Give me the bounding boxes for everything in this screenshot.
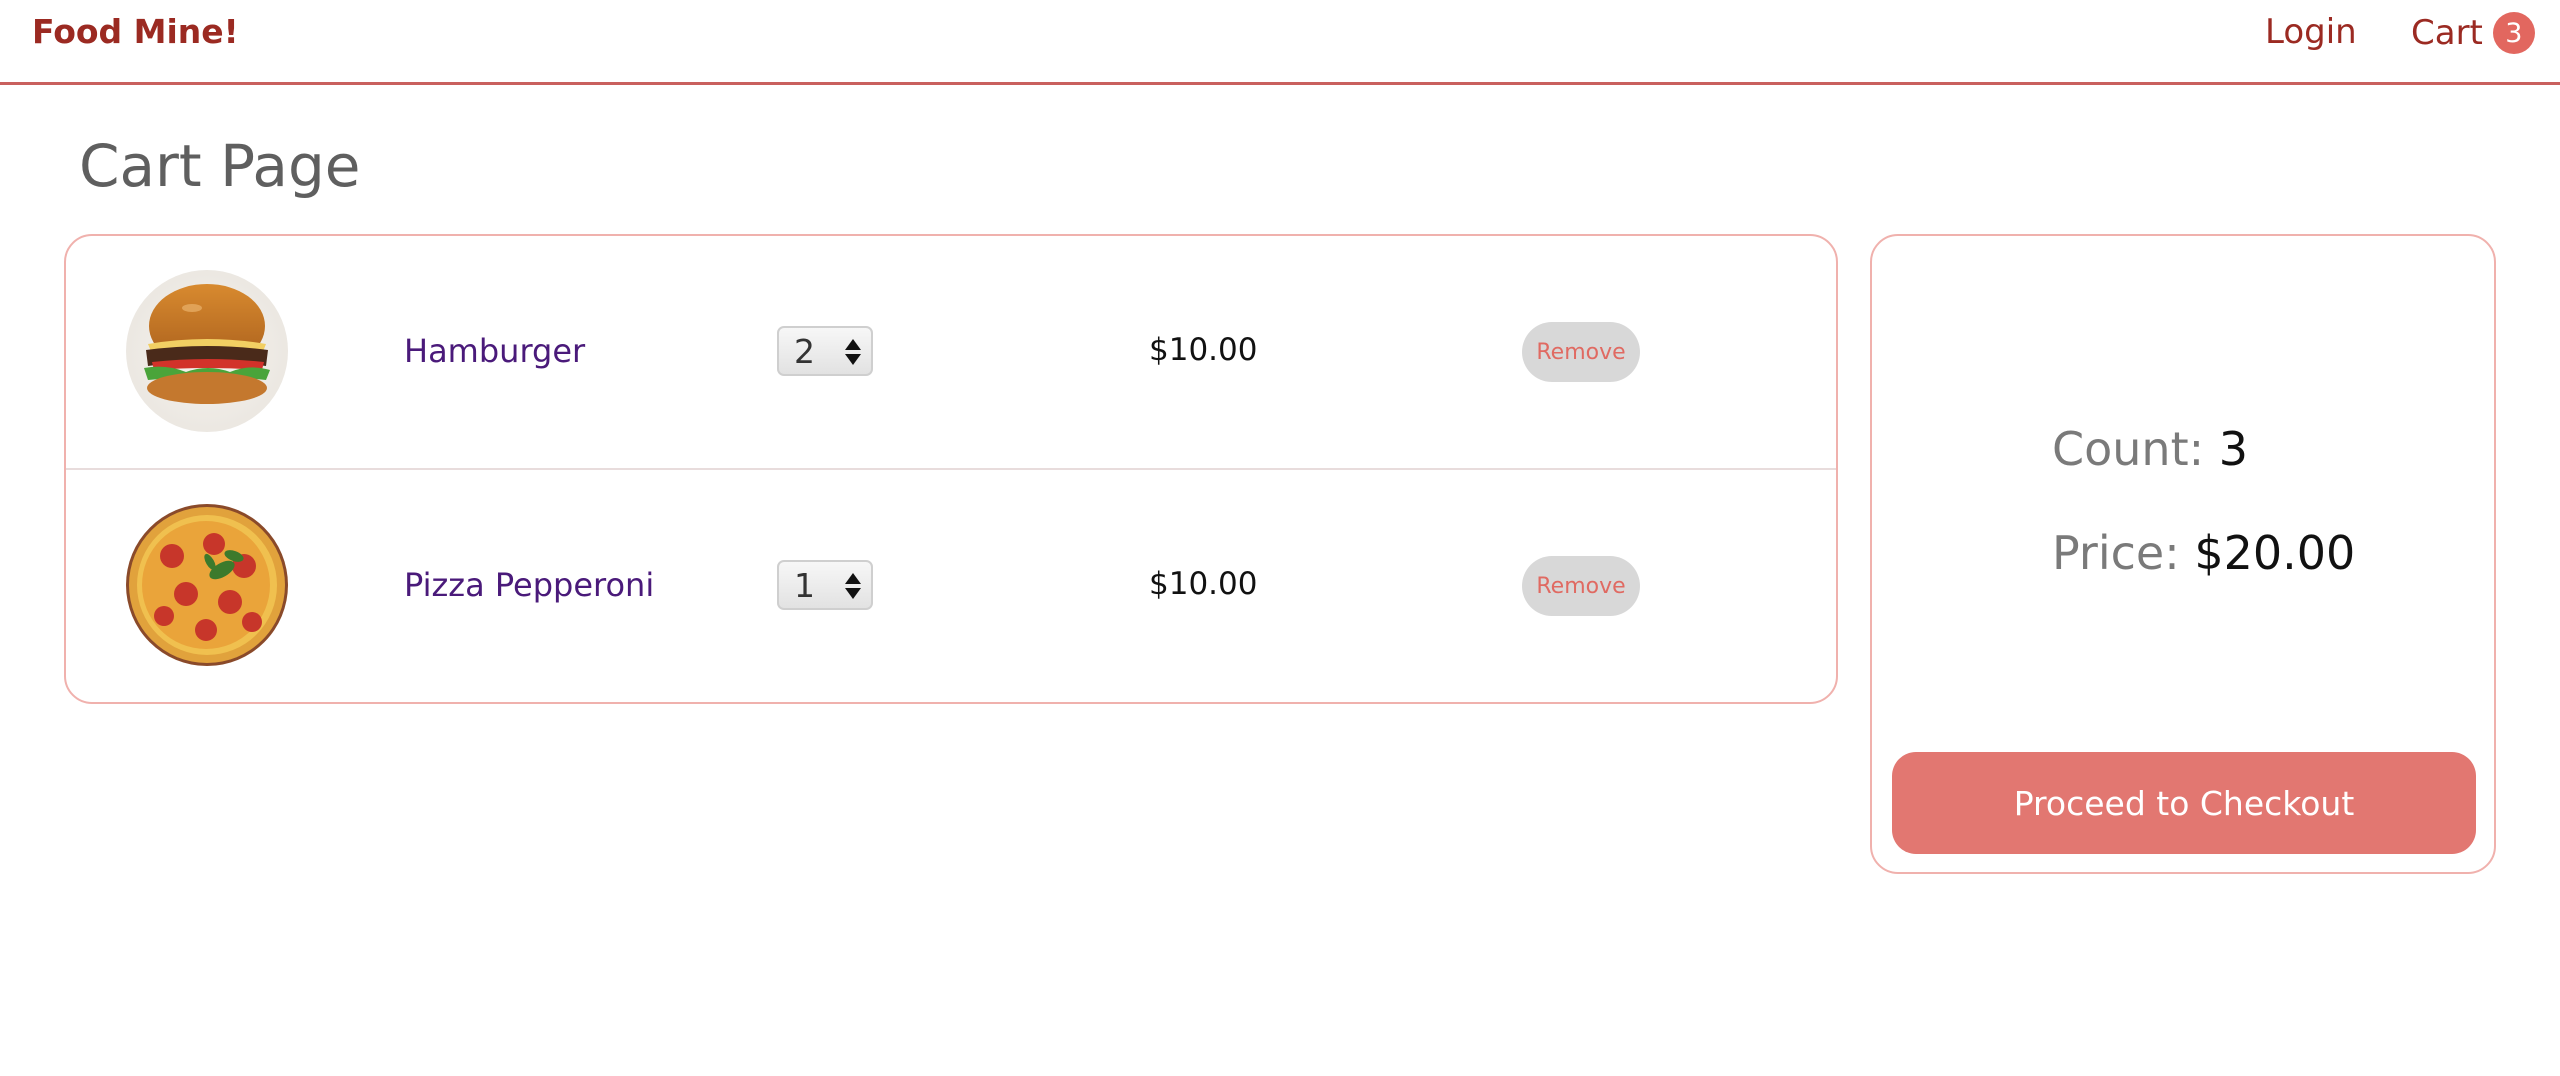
quantity-select[interactable]: 2 [777,326,873,376]
select-arrows-icon [845,339,861,365]
select-arrows-icon [845,573,861,599]
order-summary-panel: Count: 3 Price: $20.00 Proceed to Checko… [1870,234,2496,874]
count-label: Count: [2052,422,2219,476]
cart-count-badge: 3 [2492,12,2535,54]
page-title: Cart Page [79,132,361,200]
summary-price: Price: $20.00 [2052,526,2355,580]
quantity-value: 2 [794,332,815,371]
price-value: $20.00 [2194,526,2356,580]
summary-count: Count: 3 [2052,422,2248,476]
login-link[interactable]: Login [2265,12,2357,52]
price-label: Price: [2052,526,2195,580]
quantity-select[interactable]: 1 [777,560,873,610]
cart-item-name[interactable]: Pizza Pepperoni [404,566,654,604]
cart-item-price: $10.00 [1149,566,1258,602]
pizza-image [126,504,288,666]
cart-item-list: Hamburger 2 $10.00 Remove Pizza Pepperon… [64,234,1838,704]
remove-button[interactable]: Remove [1522,556,1640,616]
checkout-button[interactable]: Proceed to Checkout [1892,752,2476,854]
cart-item-name[interactable]: Hamburger [404,332,585,370]
count-value: 3 [2218,422,2249,476]
cart-link-label: Cart [2411,13,2483,53]
hamburger-image [126,270,288,432]
quantity-value: 1 [794,566,815,605]
top-navbar: Food Mine! Login Cart 3 [0,0,2560,85]
cart-item-row: Pizza Pepperoni 1 $10.00 Remove [66,470,1836,702]
logo[interactable]: Food Mine! [32,12,239,51]
cart-item-row: Hamburger 2 $10.00 Remove [66,236,1836,470]
remove-button[interactable]: Remove [1522,322,1640,382]
cart-link[interactable]: Cart 3 [2411,12,2535,54]
cart-item-price: $10.00 [1149,332,1258,368]
